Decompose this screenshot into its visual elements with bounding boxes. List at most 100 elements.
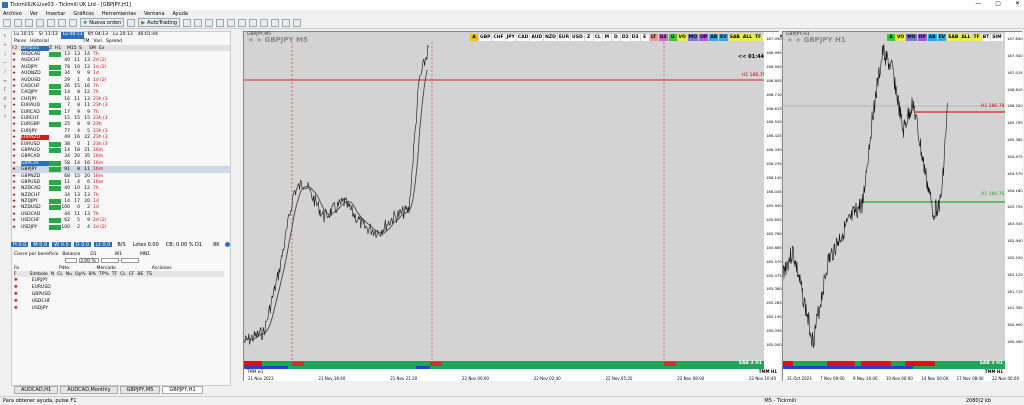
star-icon[interactable]: ★ [12, 154, 21, 159]
star-icon[interactable]: ★ [12, 103, 21, 108]
star-icon[interactable]: ★ [12, 142, 21, 147]
menu-archivo[interactable]: Archivo [3, 11, 22, 17]
price-chart-m5[interactable] [244, 42, 764, 362]
pair-symbol[interactable]: AUDCAD [21, 52, 49, 57]
filter-button[interactable]: NZD [544, 34, 557, 41]
indicators-icon[interactable] [271, 18, 280, 27]
pair-symbol[interactable]: CADCHF [21, 84, 49, 89]
star-icon[interactable]: ★ [12, 161, 21, 166]
filter-button[interactable]: BT [981, 34, 991, 41]
label-icon[interactable]: T [2, 105, 9, 110]
pair-symbol[interactable]: EURUSD [21, 142, 49, 147]
price-chart-h1[interactable] [783, 42, 1005, 362]
settings-icon[interactable] [224, 242, 230, 247]
pair-symbol[interactable]: AUDUSD [21, 78, 49, 83]
pair-symbol[interactable]: NZDJPY [21, 199, 49, 204]
filter-button[interactable]: CL [593, 34, 602, 41]
pair-symbol[interactable]: NZDCAD [21, 186, 49, 191]
filter-button[interactable]: OP [917, 34, 927, 41]
pair-symbol[interactable]: EURCAD [21, 110, 49, 115]
menu-graficos[interactable]: Gráficos [73, 11, 94, 17]
pair-symbol[interactable]: NZDUSD [21, 205, 49, 210]
bar-chart-icon[interactable] [183, 18, 192, 27]
filter-button[interactable]: EV [719, 34, 728, 41]
star-icon[interactable]: ★ [12, 225, 21, 230]
chart-window-h1[interactable]: GBPJPY,H1 + + GBPJPY H1 A VO MO OP AB EV SAB AL… [782, 31, 1023, 381]
new-order-button[interactable]: ✚ Nueva orden [80, 18, 125, 27]
tester-icon[interactable] [69, 18, 77, 27]
filter-button[interactable]: USD [571, 34, 584, 41]
tab-audcad-monthly[interactable]: AUDCAD,Monthly [60, 386, 118, 394]
filter-button[interactable]: JPY [505, 34, 516, 41]
pair-symbol[interactable]: EURJPY [21, 129, 49, 134]
star-icon[interactable]: ★ [12, 116, 21, 121]
filter-button[interactable]: TF [754, 34, 763, 41]
tab-gbpjpy-h1[interactable]: GBPJPY,H1 [162, 386, 203, 394]
pair-symbol[interactable]: GBPNZD [21, 174, 49, 179]
pair-symbol[interactable]: EURAUD [21, 103, 49, 108]
filter-button[interactable]: LT [649, 34, 658, 41]
filter-button[interactable]: ALL [960, 34, 972, 41]
star-icon[interactable]: ★ [12, 90, 21, 95]
filter-button[interactable]: MO [906, 34, 917, 41]
filter-button[interactable]: G [668, 34, 677, 41]
pair-symbol[interactable]: USDCAD [21, 212, 49, 217]
trade-row[interactable]: ✱ EURJPY [14, 277, 224, 284]
pair-symbol[interactable]: AUDCHF [21, 58, 49, 63]
pair-symbol[interactable]: EURCHF [21, 116, 49, 121]
filter-button[interactable]: SAB [947, 34, 960, 41]
col-f2[interactable]: F2 [12, 46, 21, 51]
filter-button[interactable]: A [470, 34, 478, 41]
pair-symbol[interactable]: GBPCHF [21, 160, 49, 166]
tab-audcad-h1[interactable]: AUDCAD,H1 [14, 386, 59, 394]
star-icon[interactable]: ★ [12, 218, 21, 223]
shift-end-icon[interactable] [260, 18, 269, 27]
channel-icon[interactable]: ≡ [2, 78, 9, 83]
col-symbol[interactable]: Símbolo [21, 45, 49, 51]
minimize-button[interactable]: — [975, 0, 981, 7]
filter-button[interactable]: MO [687, 34, 699, 41]
pair-symbol[interactable]: GBPUSD [21, 180, 49, 185]
pair-symbol[interactable]: USDJPY [21, 225, 49, 230]
star-icon[interactable]: ★ [12, 212, 21, 217]
col-ex[interactable]: Ex [99, 46, 113, 51]
star-icon[interactable]: ★ [12, 71, 21, 76]
star-icon[interactable]: ★ [12, 174, 21, 179]
mn1-field[interactable] [121, 258, 139, 263]
hline-icon[interactable]: — [2, 60, 9, 65]
menu-ayuda[interactable]: Ayuda [173, 11, 188, 17]
filter-button[interactable]: D3 [630, 34, 640, 41]
menu-insertar[interactable]: Insertar [46, 11, 65, 17]
trade-row[interactable]: ✱ USDJPY [14, 305, 224, 312]
star-icon[interactable]: ★ [12, 129, 21, 134]
filter-button[interactable]: Z [584, 34, 593, 41]
filter-button[interactable]: GS [658, 34, 668, 41]
filter-button[interactable]: SAB [728, 34, 741, 41]
pair-symbol[interactable]: NZDCHF [21, 193, 49, 198]
star-icon[interactable]: ★ [12, 199, 21, 204]
tab-historial[interactable]: Historial [30, 39, 49, 45]
star-icon[interactable]: ✱ [14, 299, 18, 304]
market-watch-icon[interactable] [25, 18, 33, 27]
pair-symbol[interactable]: CADJPY [21, 90, 49, 95]
tile-windows-icon[interactable] [238, 18, 247, 27]
profiles-icon[interactable] [14, 18, 22, 27]
zoom-in-icon[interactable] [216, 18, 225, 27]
cursor-icon[interactable]: ↖ [2, 33, 9, 38]
star-icon[interactable]: ★ [12, 65, 21, 70]
vline-icon[interactable]: | [2, 51, 9, 56]
pair-symbol[interactable]: EURGBP [21, 122, 49, 127]
filter-button[interactable]: D [611, 34, 620, 41]
filter-button[interactable]: AB [709, 34, 719, 41]
periods-icon[interactable] [282, 18, 291, 27]
filter-button[interactable]: AB [927, 34, 937, 41]
star-icon[interactable]: ★ [12, 97, 21, 102]
candles-icon[interactable] [194, 18, 203, 27]
menu-ver[interactable]: Ver [30, 11, 38, 17]
filter-button[interactable]: SIM [991, 34, 1003, 41]
pair-symbol[interactable]: USDCHF [21, 218, 49, 223]
col-s[interactable]: S [79, 46, 89, 51]
filter-button[interactable]: EUR [557, 34, 571, 41]
star-icon[interactable]: ★ [12, 135, 21, 140]
data-window-icon[interactable] [36, 18, 44, 27]
